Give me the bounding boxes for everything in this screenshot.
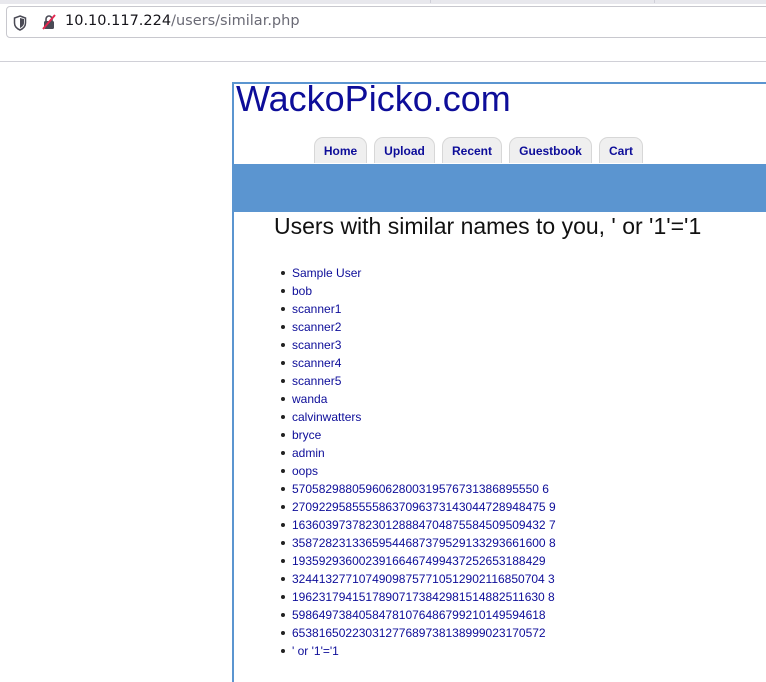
- list-item: 35872823133659544687379529133293661600 8: [281, 534, 556, 552]
- page-title: Users with similar names to you, ' or '1…: [274, 213, 702, 239]
- bullet-icon: [281, 613, 285, 617]
- user-link[interactable]: scanner2: [292, 320, 341, 334]
- url-text[interactable]: 10.10.117.224/users/similar.php: [65, 13, 300, 29]
- user-link[interactable]: 65381650223031277689738138999023170572: [292, 626, 546, 640]
- list-item: Sample User: [281, 264, 556, 282]
- list-item: 27092295855558637096373143044728948475 9: [281, 498, 556, 516]
- bullet-icon: [281, 577, 285, 581]
- site-logo[interactable]: WackoPicko.com: [236, 78, 511, 120]
- user-link[interactable]: wanda: [292, 392, 327, 406]
- bullet-icon: [281, 343, 285, 347]
- list-item: 19359293600239166467499437252653188429: [281, 552, 556, 570]
- list-item: bob: [281, 282, 556, 300]
- list-item: 32441327710749098757710512902116850704 3: [281, 570, 556, 588]
- bullet-icon: [281, 451, 285, 455]
- bullet-icon: [281, 559, 285, 563]
- url-host: 10.10.117.224: [65, 13, 172, 29]
- list-item: oops: [281, 462, 556, 480]
- bullet-icon: [281, 379, 285, 383]
- nav-tab-cart[interactable]: Cart: [599, 137, 643, 163]
- user-link[interactable]: bob: [292, 284, 312, 298]
- list-item: 5705829880596062800319576731386895550 6: [281, 480, 556, 498]
- list-item: 16360397378230128884704875584509509432 7: [281, 516, 556, 534]
- list-item: scanner5: [281, 372, 556, 390]
- user-link[interactable]: oops: [292, 464, 318, 478]
- user-link[interactable]: 19359293600239166467499437252653188429: [292, 554, 546, 568]
- bullet-icon: [281, 541, 285, 545]
- bullet-icon: [281, 325, 285, 329]
- bullet-icon: [281, 307, 285, 311]
- bullet-icon: [281, 595, 285, 599]
- user-link[interactable]: 59864973840584781076486799210149594618: [292, 608, 546, 622]
- list-item: wanda: [281, 390, 556, 408]
- user-link[interactable]: 35872823133659544687379529133293661600 8: [292, 536, 556, 550]
- shield-icon[interactable]: [13, 15, 27, 31]
- user-link[interactable]: 5705829880596062800319576731386895550 6: [292, 482, 549, 496]
- browser-toolbar-divider: [0, 61, 766, 62]
- user-link[interactable]: scanner5: [292, 374, 341, 388]
- bullet-icon: [281, 523, 285, 527]
- user-link[interactable]: Sample User: [292, 266, 361, 280]
- user-link[interactable]: 32441327710749098757710512902116850704 3: [292, 572, 555, 586]
- bullet-icon: [281, 271, 285, 275]
- user-link[interactable]: bryce: [292, 428, 321, 442]
- user-link[interactable]: ' or '1'='1: [292, 644, 339, 658]
- list-item: scanner3: [281, 336, 556, 354]
- user-link[interactable]: calvinwatters: [292, 410, 361, 424]
- list-item: scanner1: [281, 300, 556, 318]
- user-list: Sample User bob scanner1 scanner2 scanner3 sc…: [281, 264, 556, 660]
- list-item: 19623179415178907173842981514882511630 8: [281, 588, 556, 606]
- list-item: 59864973840584781076486799210149594618: [281, 606, 556, 624]
- user-link[interactable]: scanner4: [292, 356, 341, 370]
- bullet-icon: [281, 631, 285, 635]
- url-path: /users/similar.php: [171, 13, 300, 29]
- user-link[interactable]: 16360397378230128884704875584509509432 7: [292, 518, 556, 532]
- nav-tab-upload[interactable]: Upload: [374, 137, 435, 163]
- user-link[interactable]: 19623179415178907173842981514882511630 8: [292, 590, 555, 604]
- user-link[interactable]: scanner3: [292, 338, 341, 352]
- bullet-icon: [281, 487, 285, 491]
- user-link[interactable]: 27092295855558637096373143044728948475 9: [292, 500, 556, 514]
- nav-tab-guestbook[interactable]: Guestbook: [509, 137, 592, 163]
- nav-tab-home[interactable]: Home: [314, 137, 367, 163]
- user-link[interactable]: scanner1: [292, 302, 341, 316]
- list-item: calvinwatters: [281, 408, 556, 426]
- list-item: scanner4: [281, 354, 556, 372]
- bullet-icon: [281, 469, 285, 473]
- nav-tab-recent[interactable]: Recent: [442, 137, 502, 163]
- list-item: bryce: [281, 426, 556, 444]
- bullet-icon: [281, 415, 285, 419]
- bullet-icon: [281, 433, 285, 437]
- bullet-icon: [281, 289, 285, 293]
- user-link[interactable]: admin: [292, 446, 325, 460]
- header-bar: [234, 164, 766, 212]
- bullet-icon: [281, 361, 285, 365]
- bullet-icon: [281, 649, 285, 653]
- list-item: ' or '1'='1: [281, 642, 556, 660]
- browser-tab-strip: [0, 0, 766, 4]
- insecure-lock-icon[interactable]: [41, 14, 57, 30]
- list-item: admin: [281, 444, 556, 462]
- bullet-icon: [281, 397, 285, 401]
- list-item: 65381650223031277689738138999023170572: [281, 624, 556, 642]
- list-item: scanner2: [281, 318, 556, 336]
- bullet-icon: [281, 505, 285, 509]
